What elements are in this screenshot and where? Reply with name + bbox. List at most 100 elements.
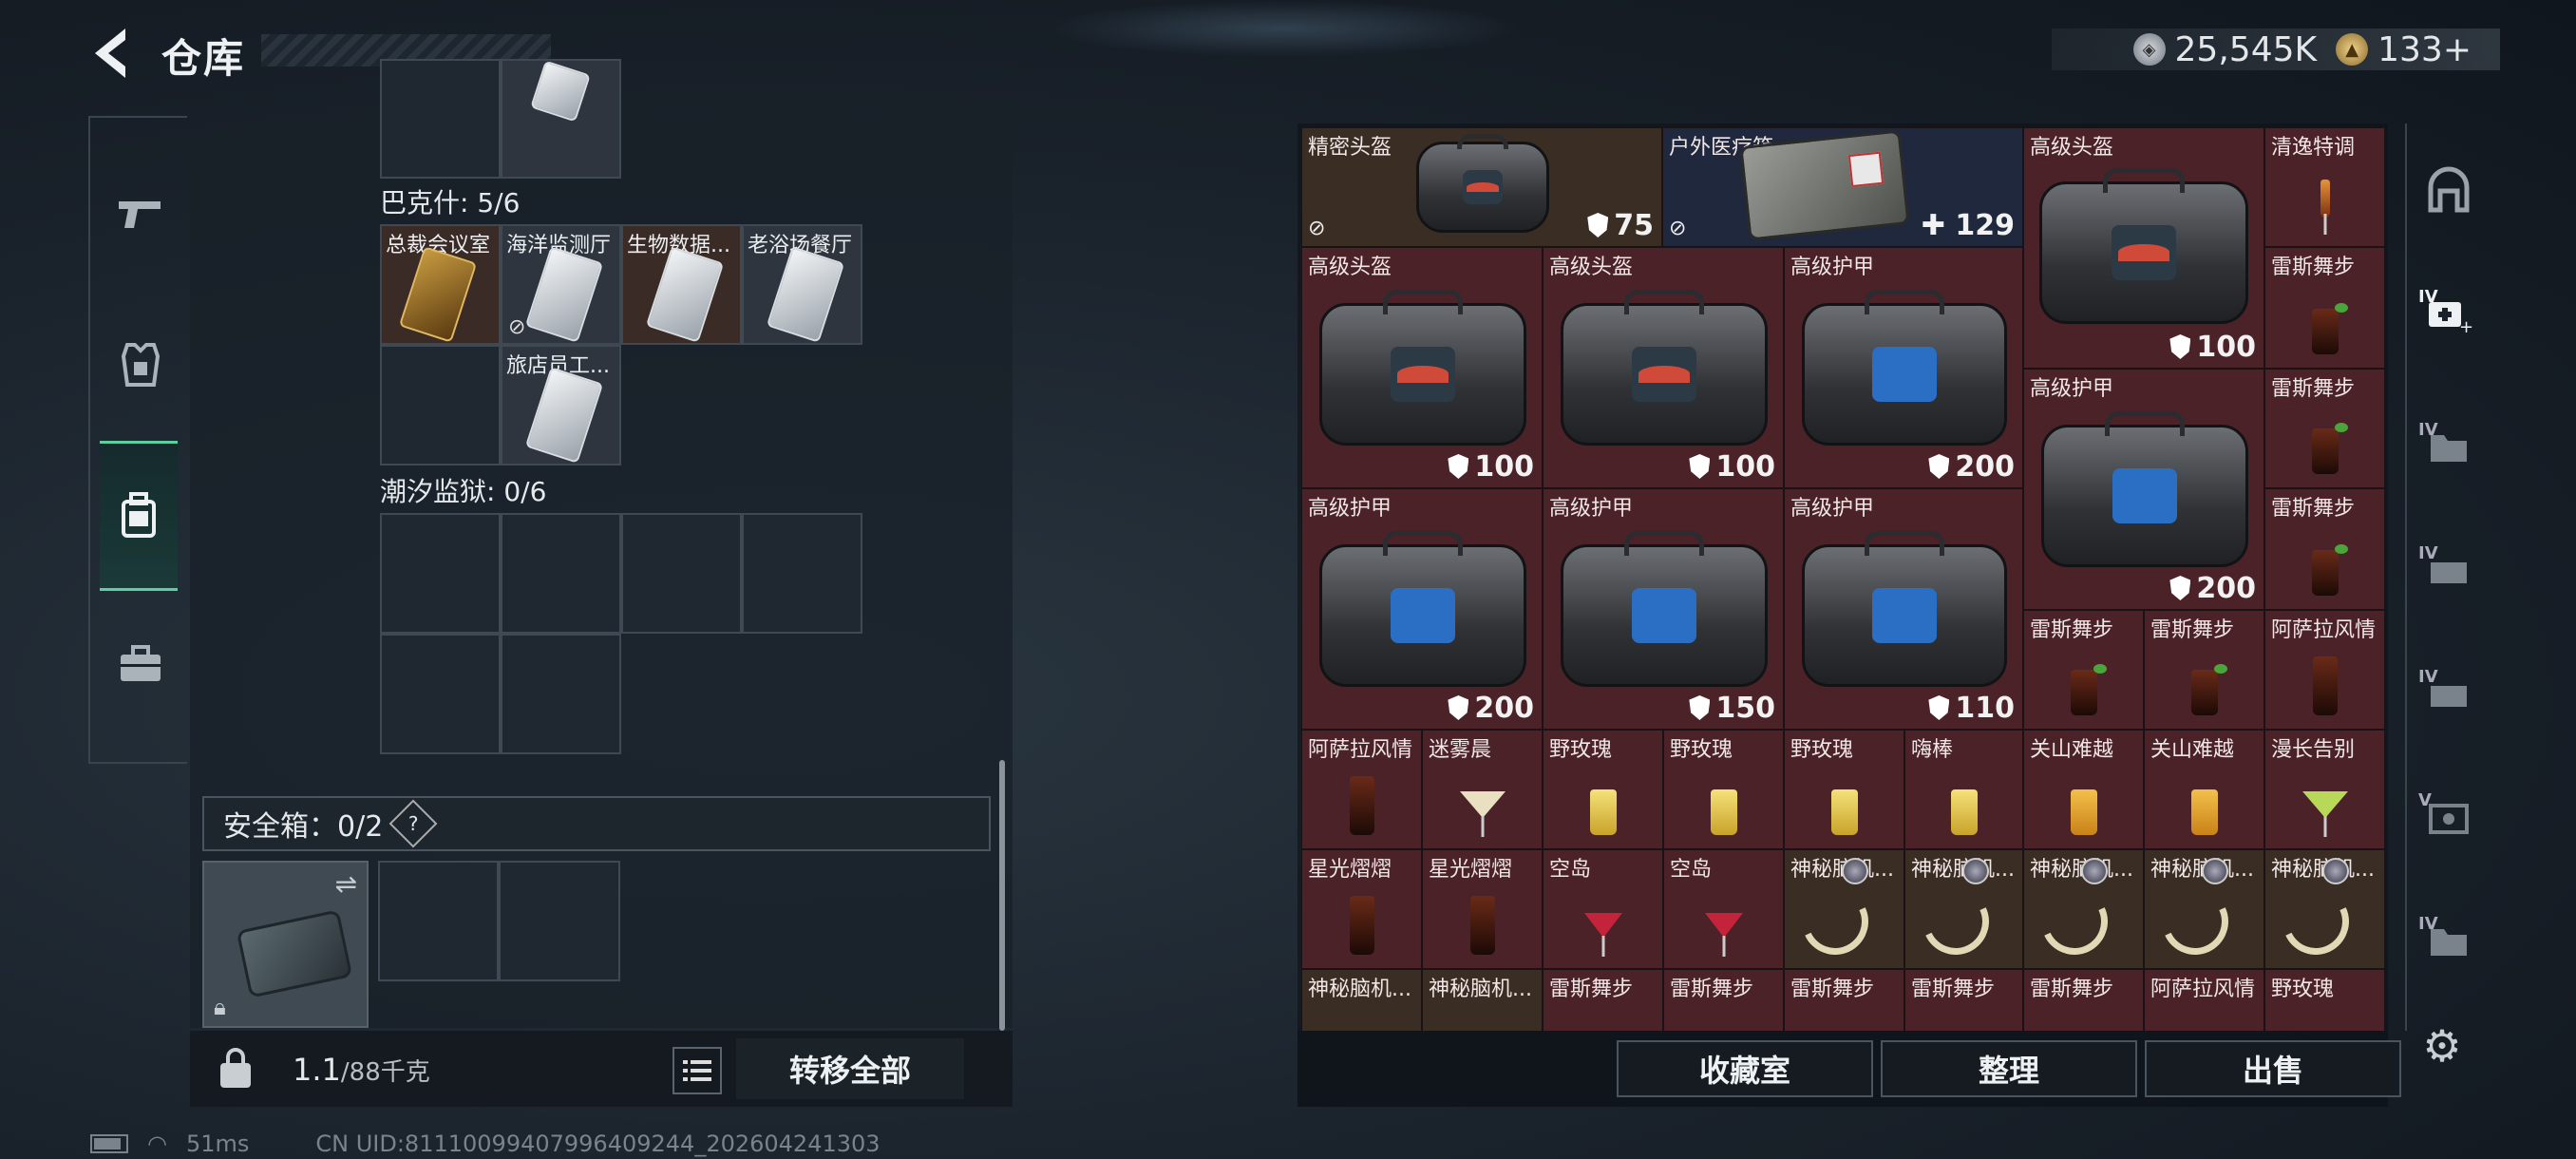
- grid-slot[interactable]: 海洋监测厅 ⊘: [501, 224, 621, 345]
- item-drink[interactable]: 空岛: [1663, 849, 1784, 969]
- grid-slot[interactable]: [380, 345, 501, 466]
- item-drink[interactable]: 漫长告别: [2264, 730, 2385, 849]
- item-brain-chip[interactable]: 神秘脑机...: [2264, 849, 2385, 969]
- storage-tab-6[interactable]: IV: [2418, 912, 2477, 969]
- item-brain-chip[interactable]: 神秘脑机...: [1301, 969, 1422, 1031]
- item-adv-armor[interactable]: 高级护甲 150: [1543, 488, 1784, 730]
- scrollbar[interactable]: [999, 760, 1005, 1031]
- item-drink[interactable]: 雷斯舞步: [2144, 610, 2264, 730]
- item-brain-chip[interactable]: 神秘脑机...: [2023, 849, 2144, 969]
- sort-button[interactable]: 整理: [1881, 1040, 2137, 1097]
- grid-slot[interactable]: [380, 634, 501, 754]
- section-title: 潮汐监狱: 0/6: [380, 476, 547, 507]
- storage-tab-medical[interactable]: IV +: [2418, 285, 2477, 342]
- storage-tab-main[interactable]: [2420, 162, 2477, 218]
- safe-case-slot[interactable]: ⇌ 🔒︎: [202, 861, 369, 1028]
- item-drink[interactable]: 野玫瑰: [1784, 730, 1904, 849]
- item-medkit[interactable]: 户外医疗箱 ⊘ ✚ 129: [1662, 127, 2023, 247]
- item-value: 129: [1955, 209, 2015, 242]
- gold-amount: 133+: [2377, 29, 2472, 69]
- item-brain-chip[interactable]: 神秘脑机...: [1904, 849, 2023, 969]
- item-drink[interactable]: 雷斯舞步: [2264, 488, 2385, 610]
- item-drink[interactable]: 雷斯舞步: [1663, 969, 1784, 1031]
- transfer-all-button[interactable]: 转移全部: [736, 1038, 964, 1099]
- grid-slot[interactable]: 旅店员工...: [501, 345, 621, 466]
- item-brain-chip[interactable]: 神秘脑机...: [2144, 849, 2264, 969]
- item-drink[interactable]: 阿萨拉风情: [2144, 969, 2264, 1031]
- no-trade-icon: ⊘: [1669, 217, 1687, 240]
- item-drink[interactable]: 关山难越: [2144, 730, 2264, 849]
- item-drink[interactable]: 雷斯舞步: [1784, 969, 1904, 1031]
- sidebar-item-armor[interactable]: [103, 327, 179, 403]
- bag-icon: [1802, 289, 2007, 446]
- item-drink[interactable]: 野玫瑰: [1543, 730, 1663, 849]
- item-name: 迷雾晨: [1429, 738, 1492, 762]
- swap-icon[interactable]: ⇌: [335, 868, 357, 900]
- item-drink[interactable]: 迷雾晨: [1422, 730, 1543, 849]
- grid-slot[interactable]: 总裁会议室: [380, 224, 501, 345]
- sell-button[interactable]: 出售: [2145, 1040, 2401, 1097]
- safe-slot[interactable]: [499, 861, 620, 981]
- item-adv-armor[interactable]: 高级护甲 200: [1784, 247, 2023, 488]
- safe-case-icon: [236, 909, 353, 998]
- item-brain-chip[interactable]: 神秘脑机...: [1422, 969, 1543, 1031]
- item-drink[interactable]: 关山难越: [2023, 730, 2144, 849]
- item-durability: 75: [1587, 209, 1654, 242]
- item-drink[interactable]: 雷斯舞步: [1543, 969, 1663, 1031]
- item-precise-helmet[interactable]: 精密头盔 ⊘ 75: [1301, 127, 1662, 247]
- storage-tab-5[interactable]: V: [2418, 788, 2477, 846]
- item-durability: 110: [1928, 692, 2015, 725]
- grid-slot[interactable]: [380, 59, 501, 179]
- settings-gear-icon[interactable]: ⚙: [2417, 1020, 2467, 1072]
- storage-tab-4[interactable]: IV: [2418, 665, 2477, 722]
- sidebar-item-containers[interactable]: [100, 441, 178, 591]
- item-drink[interactable]: 野玫瑰: [1663, 730, 1784, 849]
- item-drink[interactable]: 雷斯舞步: [1904, 969, 2023, 1031]
- grid-slot[interactable]: [742, 513, 862, 634]
- item-drink[interactable]: 雷斯舞步: [2023, 969, 2144, 1031]
- item-drink[interactable]: 雷斯舞步: [2264, 247, 2385, 369]
- item-brain-chip[interactable]: 神秘脑机...: [1784, 849, 1904, 969]
- item-drink[interactable]: 嗨棒: [1904, 730, 2023, 849]
- item-drink[interactable]: 星光熠熠: [1422, 849, 1543, 969]
- item-drink[interactable]: 雷斯舞步: [2264, 369, 2385, 488]
- grid-slot[interactable]: 生物数据...: [621, 224, 742, 345]
- item-drink[interactable]: 星光熠熠: [1301, 849, 1422, 969]
- item-adv-armor[interactable]: 高级护甲 200: [2023, 369, 2264, 610]
- item-value: 150: [1715, 692, 1775, 725]
- collection-room-button[interactable]: 收藏室: [1617, 1040, 1873, 1097]
- grid-slot[interactable]: [621, 513, 742, 634]
- item-adv-helmet[interactable]: 高级头盔 100: [2023, 127, 2264, 369]
- silver-currency[interactable]: ◈ 25,545K: [2132, 30, 2317, 69]
- bag-icon: [1561, 289, 1768, 446]
- item-drink[interactable]: 清逸特调: [2264, 127, 2385, 247]
- grid-slot[interactable]: [501, 634, 621, 754]
- svg-text:+: +: [2459, 317, 2472, 334]
- item-adv-armor[interactable]: 高级护甲 110: [1784, 488, 2023, 730]
- gold-currency[interactable]: ▲ 133+: [2336, 30, 2472, 69]
- help-icon[interactable]: ?: [388, 799, 438, 848]
- storage-tab-2[interactable]: IV: [2418, 418, 2477, 475]
- sidebar-item-supplies[interactable]: [103, 626, 179, 702]
- safe-slot[interactable]: [378, 861, 499, 981]
- armor-vest-icon: [121, 343, 161, 387]
- item-drink[interactable]: 阿萨拉风情: [1301, 730, 1422, 849]
- grid-slot[interactable]: [501, 59, 621, 179]
- item-drink[interactable]: 野玫瑰: [2264, 969, 2385, 1031]
- currency-bar: ◈ 25,545K ▲ 133+: [2052, 28, 2500, 70]
- storage-tab-3[interactable]: IV: [2418, 542, 2477, 598]
- back-arrow-icon[interactable]: [87, 27, 135, 80]
- item-drink[interactable]: 雷斯舞步: [2023, 610, 2144, 730]
- item-drink[interactable]: 阿萨拉风情: [2264, 610, 2385, 730]
- item-adv-helmet[interactable]: 高级头盔 100: [1543, 247, 1784, 488]
- grid-slot[interactable]: [380, 513, 501, 634]
- grid-slot[interactable]: 老浴场餐厅: [742, 224, 862, 345]
- item-adv-armor[interactable]: 高级护甲 200: [1301, 488, 1543, 730]
- sidebar-item-weapons[interactable]: [103, 175, 179, 251]
- list-view-button[interactable]: [672, 1047, 722, 1094]
- lemon-drink-icon: [1710, 789, 1737, 835]
- item-durability: 150: [1689, 692, 1775, 725]
- item-adv-helmet[interactable]: 高级头盔 100: [1301, 247, 1543, 488]
- item-drink[interactable]: 空岛: [1543, 849, 1663, 969]
- grid-slot[interactable]: [501, 513, 621, 634]
